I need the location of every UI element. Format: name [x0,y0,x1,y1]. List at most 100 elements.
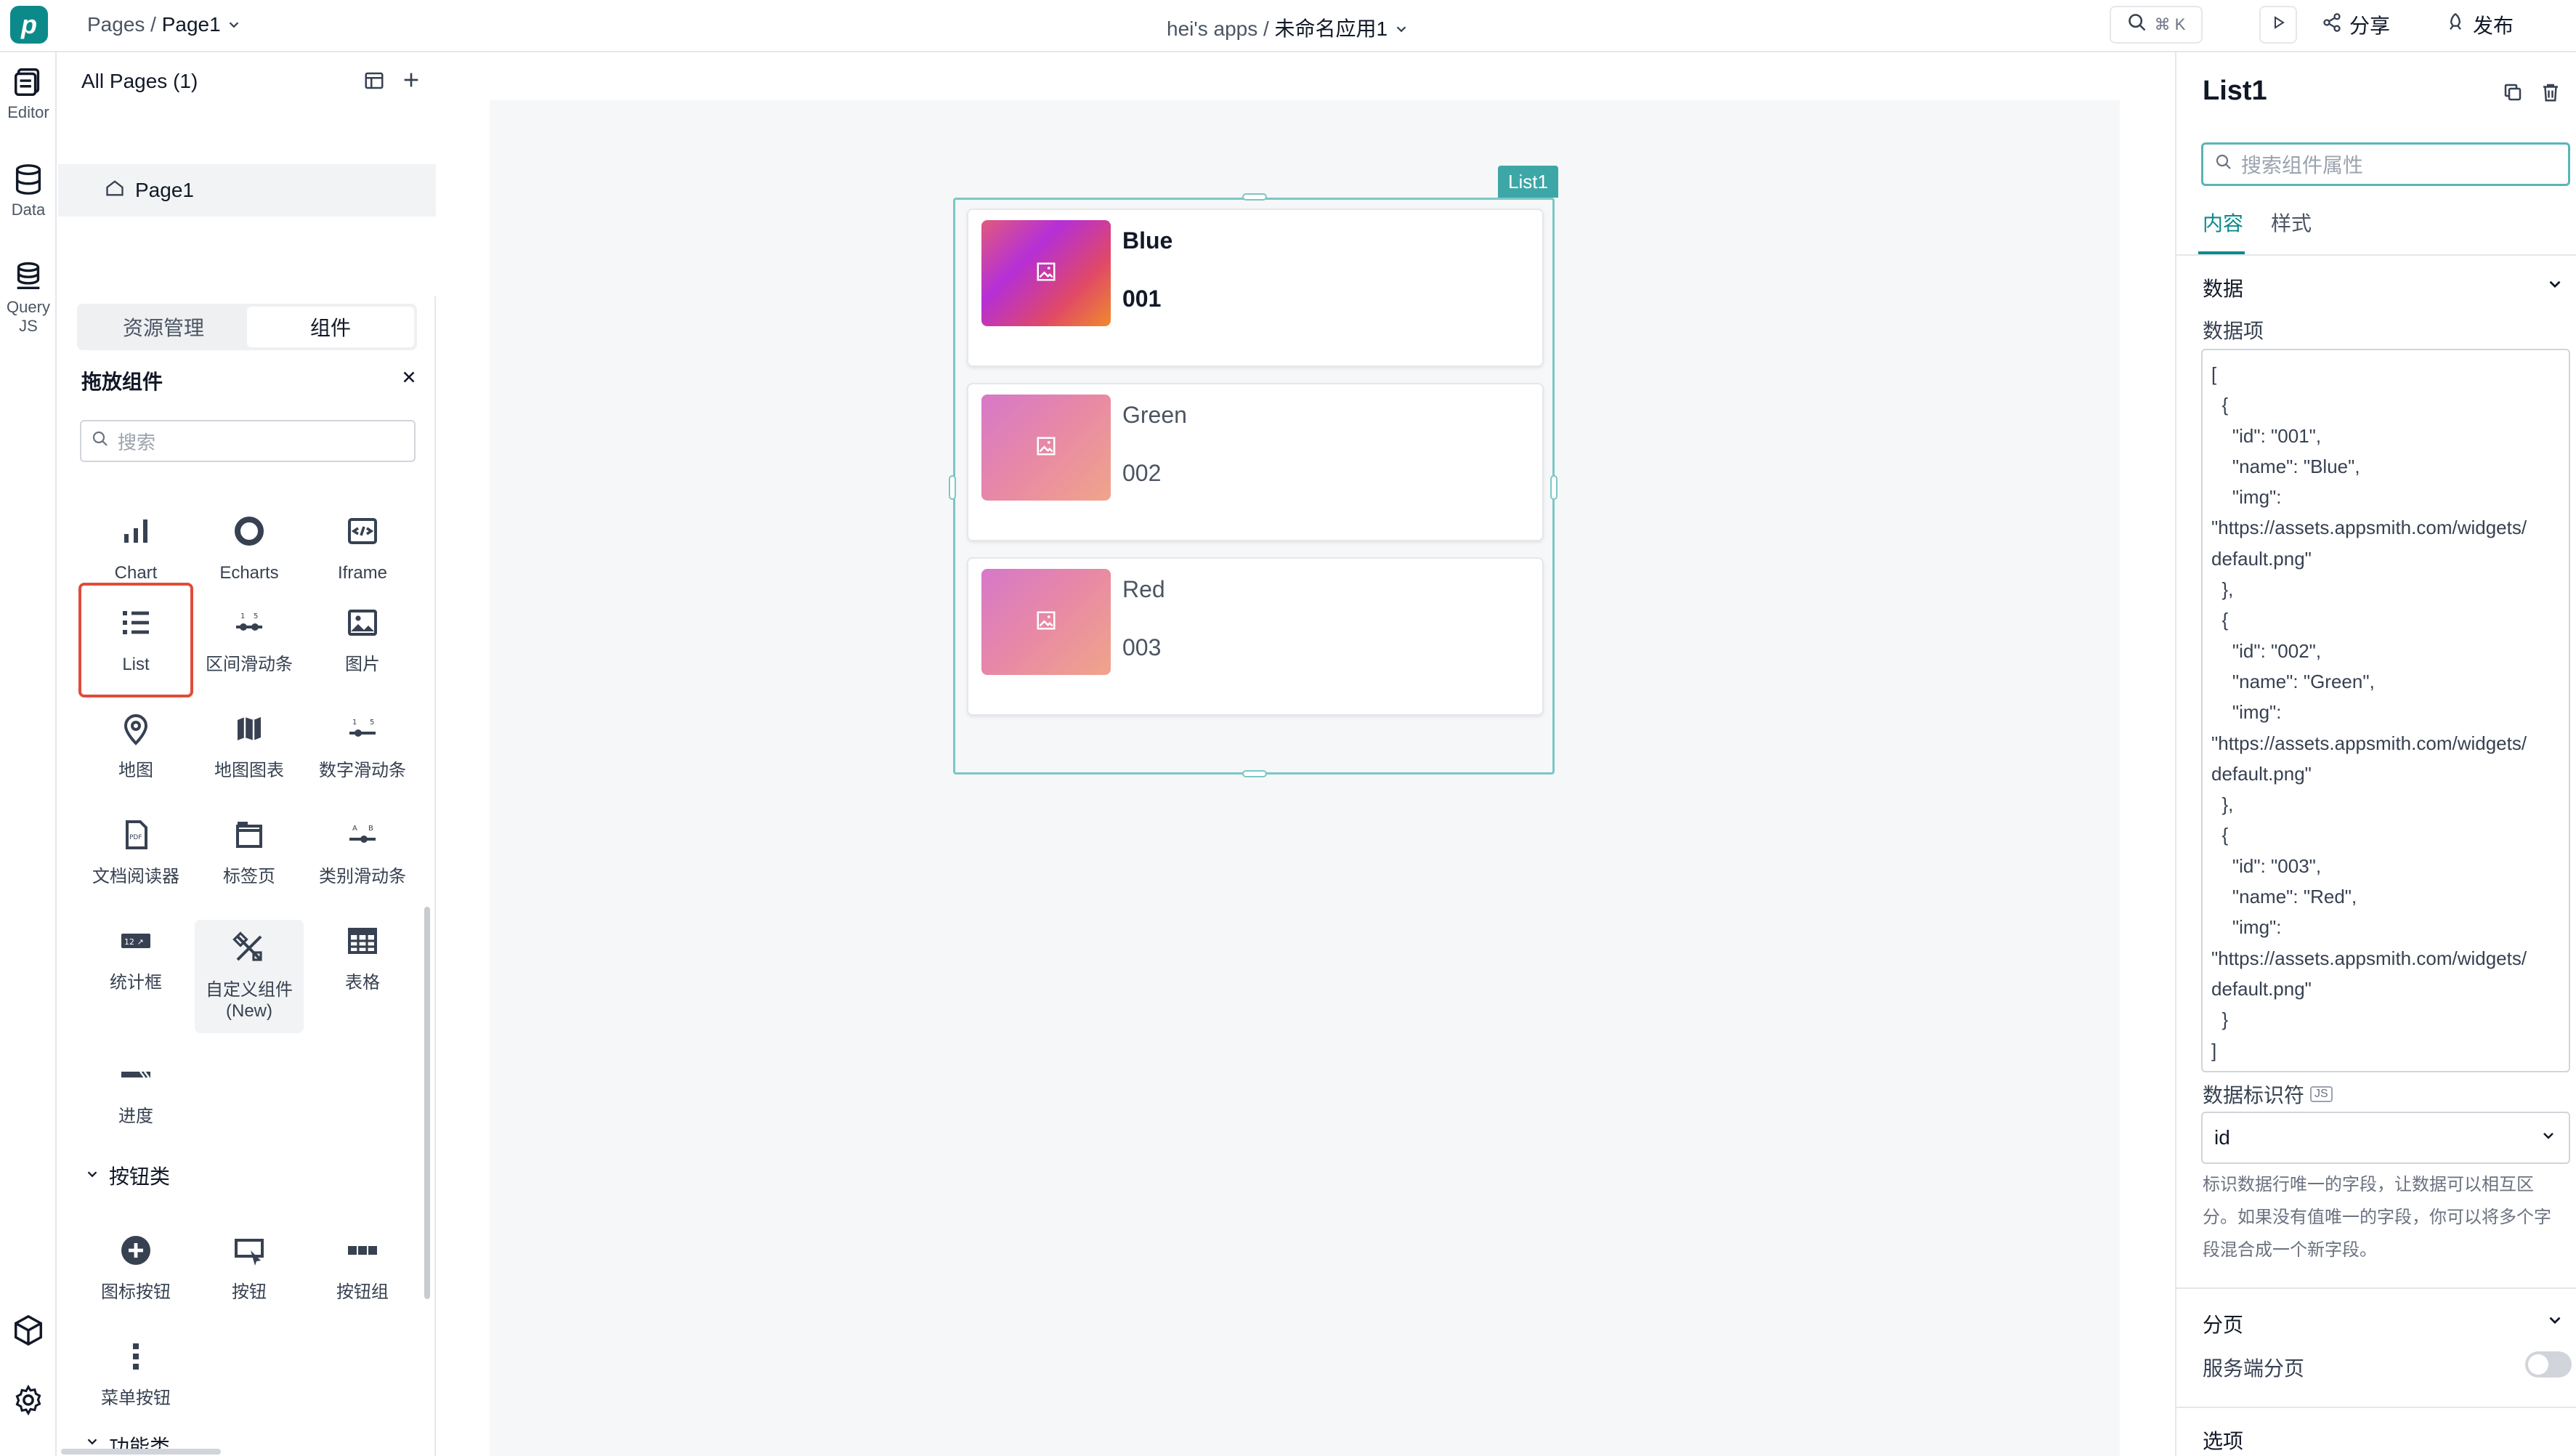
chevron-down-icon[interactable] [2545,1311,2564,1333]
rail-item-data[interactable]: Data [0,163,57,219]
breadcrumb-page: Page1 [161,13,221,36]
widget-label: Chart [114,562,158,583]
tab-content[interactable]: 内容 [2203,208,2243,237]
list-widget-badge[interactable]: List1 [1498,166,1558,198]
widget-map[interactable]: 地图 [81,692,190,801]
chevron-down-icon [84,1164,100,1187]
play-icon [2269,14,2287,36]
tab-widgets[interactable]: 组件 [247,307,414,347]
property-search-input[interactable]: 搜索组件属性 [2201,142,2570,186]
list-item-image[interactable] [981,220,1111,326]
widget-stat-box[interactable]: 12 ↗ 统计框 [81,904,190,1013]
widget-search-input[interactable]: 搜索 [80,420,416,462]
list-item[interactable]: Blue 001 [967,209,1544,367]
add-page-icon[interactable] [400,68,423,95]
list-item[interactable]: Red 003 [967,557,1544,716]
bottom-scrollbar[interactable] [61,1449,221,1455]
group-buttons-header[interactable]: 按钮类 [84,1161,170,1190]
widget-tabs[interactable]: 标签页 [195,798,304,907]
data-key-value: id [2214,1126,2230,1149]
query-icon [12,260,45,298]
widget-label: 菜单按钮 [101,1388,171,1408]
tab-style[interactable]: 样式 [2271,208,2312,237]
widget-image[interactable]: 图片 [308,586,417,695]
widget-icon-button[interactable]: 图标按钮 [81,1213,190,1322]
widget-button-group[interactable]: 按钮组 [308,1213,417,1322]
widget-menu-button[interactable]: 菜单按钮 [81,1319,190,1428]
data-key-label: 数据标识符 [2203,1084,2305,1107]
resize-handle-top[interactable] [1242,193,1267,201]
share-button[interactable]: 分享 [2322,10,2390,39]
data-items-editor[interactable]: [ { "id": "001", "name": "Blue", "img": … [2201,349,2570,1072]
search-placeholder: 搜索 [118,431,156,453]
app-logo[interactable]: p [10,6,48,44]
trash-icon[interactable] [2540,81,2561,107]
group-buttons-label: 按钮类 [109,1165,171,1188]
rail-item-query[interactable]: Query JS [0,260,57,336]
preview-button[interactable] [2259,6,2297,44]
widget-label: 统计框 [110,972,162,992]
chevron-down-icon [226,15,242,38]
list-item-name: Red [1122,576,1165,602]
server-pagination-label: 服务端分页 [2203,1357,2305,1380]
chevron-down-icon[interactable] [2545,275,2564,297]
widget-number-slider[interactable]: 15 数字滑动条 [308,692,417,801]
explorer-tab-switch: 资源管理 组件 [77,304,417,350]
widget-label: 表格 [345,972,380,992]
number-slider-icon: 15 [345,711,380,752]
svg-text:5: 5 [370,719,374,727]
widget-progress[interactable]: 进度 [81,1038,190,1146]
widget-document-viewer[interactable]: PDF 文档阅读器 [81,798,190,907]
page-item-page1[interactable]: Page1 [58,164,436,217]
close-icon[interactable] [400,368,418,390]
publish-label: 发布 [2473,15,2514,37]
stat-box-icon: 12 ↗ [118,923,153,964]
resize-handle-right[interactable] [1550,475,1558,500]
list-item-image[interactable] [981,569,1111,675]
publish-button[interactable]: 发布 [2445,10,2514,39]
resize-handle-left[interactable] [949,475,956,500]
list-widget[interactable]: Blue 001 Green 002 Red 003 [953,198,1555,774]
app-name: 未命名应用1 [1274,17,1388,40]
widget-range-slider[interactable]: 15 区间滑动条 [195,586,304,695]
widget-name-title[interactable]: List1 [2203,76,2267,107]
omnibar-search-button[interactable]: ⌘ K [2110,6,2203,44]
widget-label: 类别滑动条 [319,866,406,886]
section-options-title[interactable]: 选项 [2203,1425,2243,1450]
left-rail: Editor Data Query JS [0,52,57,1456]
progress-icon [118,1057,153,1098]
app-path-prefix: hei's apps / [1167,17,1269,40]
search-icon [2127,12,2147,38]
rail-label-editor: Editor [7,103,49,121]
list-item-image[interactable] [981,395,1111,501]
copy-icon[interactable] [2502,81,2524,107]
packages-button[interactable] [0,1314,57,1351]
server-pagination-toggle[interactable] [2525,1351,2572,1378]
app-breadcrumb[interactable]: hei's apps / 未命名应用1 [1167,13,1409,42]
search-icon [92,430,109,453]
settings-button[interactable] [0,1383,57,1421]
widget-category-slider[interactable]: AB 类别滑动条 [308,798,417,907]
widget-label: 按钮 [232,1282,267,1302]
page-layout-icon[interactable] [363,70,385,95]
widget-label: Iframe [337,562,387,583]
section-pagination-title[interactable]: 分页 [2203,1309,2243,1338]
button-group-icon [345,1233,380,1274]
widget-panel: 资源管理 组件 拖放组件 搜索 Chart Echarts Iframe Lis… [58,296,436,1456]
section-data-title[interactable]: 数据 [2203,273,2243,302]
widget-label: 地图图表 [214,760,284,780]
widget-button[interactable]: 按钮 [195,1213,304,1322]
widget-panel-scrollbar[interactable] [424,907,430,1299]
tab-resources[interactable]: 资源管理 [80,307,247,347]
rail-item-editor[interactable]: Editor [0,65,57,122]
list-item[interactable]: Green 002 [967,383,1544,541]
resize-handle-bottom[interactable] [1242,770,1267,777]
js-toggle-badge[interactable]: JS [2310,1086,2333,1102]
list-item-id: 002 [1122,460,1162,486]
widget-custom[interactable]: 自定义组件 (New) [195,920,304,1033]
widget-list[interactable]: List [78,583,193,697]
page-breadcrumb[interactable]: Pages / Page1 [87,13,242,38]
widget-map-chart[interactable]: 地图图表 [195,692,304,801]
data-key-select[interactable]: id [2201,1112,2570,1164]
widget-table[interactable]: 表格 [308,904,417,1013]
